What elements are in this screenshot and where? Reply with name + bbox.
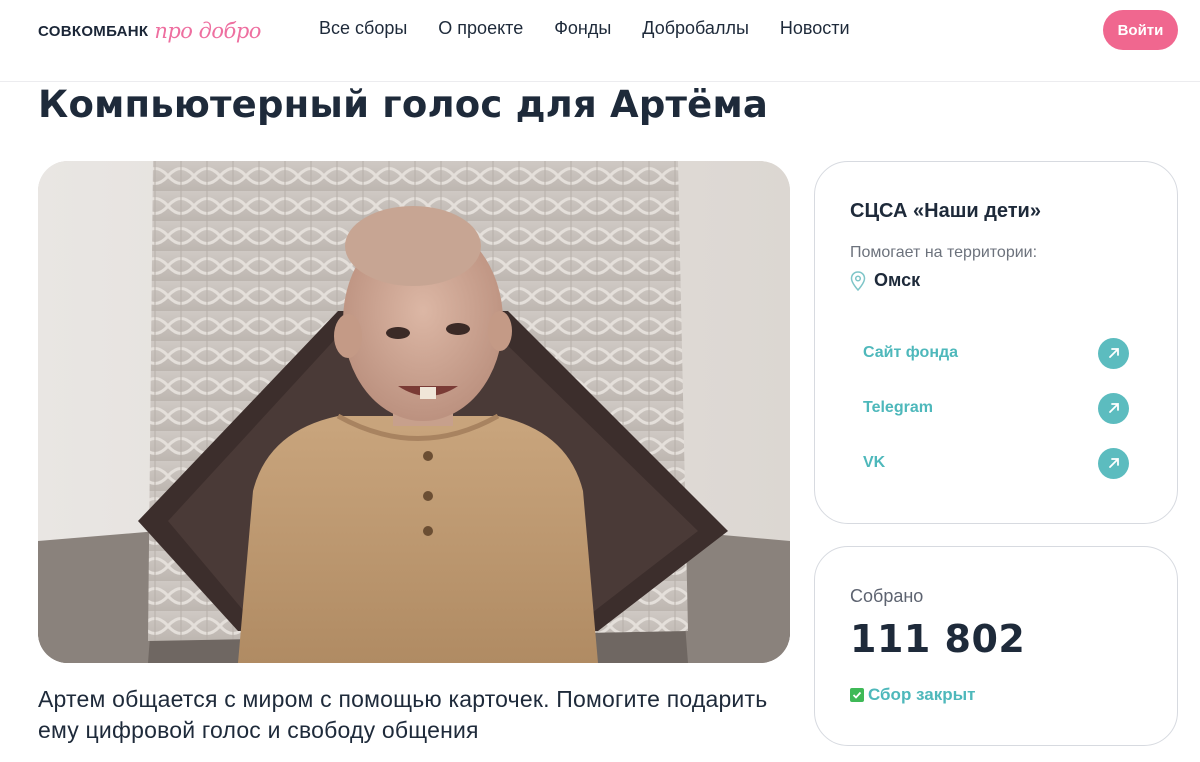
collected-amount: 111 802 [850, 617, 1026, 661]
campaign-description: Артем общается с миром с помощью карточе… [38, 686, 768, 743]
fund-card: СЦСА «Наши дети» Помогает на территории:… [814, 161, 1178, 524]
nav-news[interactable]: Новости [780, 18, 850, 39]
nav-all-collections[interactable]: Все сборы [319, 18, 407, 39]
page-title: Компьютерный голос для Артёма [38, 83, 769, 126]
fund-site-link[interactable]: Сайт фонда [863, 336, 1129, 370]
nav-about[interactable]: О проекте [438, 18, 523, 39]
vk-link[interactable]: VK [863, 446, 1129, 480]
main-nav: Все сборы О проекте Фонды Добробаллы Нов… [319, 18, 850, 39]
fund-name[interactable]: СЦСА «Наши дети» [850, 200, 1041, 223]
city-name: Омск [874, 270, 921, 290]
collection-status-text: Сбор закрыт [868, 685, 976, 704]
arrow-up-right-icon[interactable] [1098, 337, 1129, 369]
helps-territory-label: Помогает на территории: [850, 244, 1038, 261]
site-header: СОВКОМБАНК про добро Все сборы О проекте… [0, 0, 1200, 82]
collected-label: Собрано [850, 586, 924, 606]
city-row: Омск [850, 270, 920, 291]
logo[interactable]: СОВКОМБАНК про добро [38, 14, 261, 48]
telegram-label: Telegram [863, 399, 933, 416]
check-icon [850, 688, 864, 702]
arrow-up-right-icon[interactable] [1098, 447, 1129, 479]
telegram-link[interactable]: Telegram [863, 391, 1129, 425]
location-pin-icon [850, 270, 866, 291]
arrow-up-right-icon[interactable] [1098, 392, 1129, 424]
fund-site-label: Сайт фонда [863, 344, 959, 361]
logo-script-text: про добро [154, 19, 261, 43]
campaign-photo [38, 161, 790, 663]
nav-funds[interactable]: Фонды [554, 18, 611, 39]
login-button[interactable]: Войти [1103, 10, 1178, 50]
nav-dobroballs[interactable]: Добробаллы [642, 18, 749, 39]
collection-status: Сбор закрыт [850, 685, 975, 705]
logo-bank-text: СОВКОМБАНК [38, 22, 149, 40]
vk-label: VK [863, 454, 886, 471]
collection-card: Собрано 111 802 Сбор закрыт [814, 546, 1178, 746]
